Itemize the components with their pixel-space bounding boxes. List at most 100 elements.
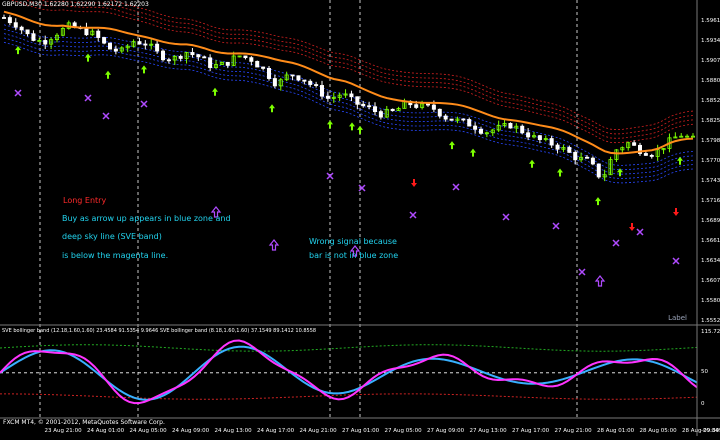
- time-tick-label: 28 Aug 01:00: [597, 428, 635, 434]
- candle-body: [537, 135, 542, 141]
- candle-body: [372, 106, 377, 112]
- candle-body: [7, 17, 12, 24]
- time-tick-label: 24 Aug 09:00: [172, 428, 210, 434]
- candle-body: [208, 57, 213, 68]
- candle-body: [367, 105, 372, 108]
- long-entry-line-2: deep sky line (SVE band): [62, 232, 162, 241]
- candle-body: [261, 66, 266, 69]
- candle-body: [355, 96, 360, 105]
- candle-body: [349, 93, 354, 98]
- candle-body: [296, 75, 301, 81]
- candle-body: [443, 115, 448, 120]
- price-tick-label: 1.58525: [701, 98, 720, 104]
- candle-body: [102, 37, 107, 44]
- candle-body: [225, 61, 230, 66]
- price-tick-label: 1.56890: [701, 218, 720, 224]
- candle-body: [249, 57, 254, 62]
- candle-body: [43, 40, 48, 45]
- band-label: Label: [668, 314, 687, 322]
- price-tick-label: 1.57980: [701, 138, 720, 144]
- candle-body: [19, 26, 24, 31]
- candle-body: [549, 138, 554, 146]
- price-tick-label: 1.58800: [701, 78, 720, 84]
- candle-body: [596, 163, 601, 178]
- price-tick-label: 1.59615: [701, 18, 720, 24]
- time-tick-label: 27 Aug 21:00: [555, 428, 593, 434]
- candle-body: [2, 17, 7, 19]
- long-entry-line-3: is below the magenta line.: [62, 251, 169, 260]
- candle-body: [108, 42, 113, 50]
- time-tick-label: 24 Aug 21:00: [300, 428, 338, 434]
- candle-body: [160, 50, 165, 61]
- candle-body: [526, 132, 531, 138]
- candle-body: [555, 144, 560, 150]
- candle-body: [425, 103, 430, 106]
- candle-body: [290, 74, 295, 77]
- candle-body: [473, 125, 478, 130]
- candle-body: [437, 108, 442, 117]
- symbol-header: GBPUSD,M30 1.62280 1.62290 1.62172 1.622…: [2, 1, 149, 8]
- candle-body: [314, 84, 319, 86]
- candle-body: [255, 60, 260, 68]
- candle-body: [478, 128, 483, 134]
- time-tick-label: 23 Aug 21:00: [45, 428, 83, 434]
- price-tick-label: 1.59070: [701, 58, 720, 64]
- candle-body: [461, 118, 466, 121]
- candle-body: [302, 79, 307, 82]
- indicator-tick-label: 115.723: [701, 329, 720, 335]
- candle-body: [266, 68, 271, 79]
- price-tick-label: 1.56070: [701, 278, 720, 284]
- candle-body: [272, 78, 277, 87]
- long-entry-line-1: Buy as arrow up appears in blue zone and: [62, 214, 231, 223]
- price-tick-label: 1.55800: [701, 298, 720, 304]
- time-tick-label: 24 Aug 05:00: [130, 428, 168, 434]
- long-entry-title: Long Entry: [63, 196, 107, 205]
- candle-body: [590, 157, 595, 165]
- candle-body: [467, 119, 472, 127]
- candle-body: [178, 55, 183, 59]
- candle-body: [155, 43, 160, 52]
- price-tick-label: 1.58250: [701, 118, 720, 124]
- candle-body: [243, 55, 248, 59]
- candle-body: [632, 142, 637, 146]
- time-tick-label: 28 Aug 05:00: [640, 428, 678, 434]
- candle-body: [113, 48, 118, 52]
- time-tick-label: 28 Aug 09:00: [682, 428, 720, 434]
- candle-body: [196, 54, 201, 58]
- time-tick-label: 24 Aug 01:00: [87, 428, 125, 434]
- candle-body: [520, 125, 525, 134]
- candle-body: [508, 122, 513, 129]
- price-tick-label: 1.57705: [701, 158, 720, 164]
- time-tick-label: 24 Aug 17:00: [257, 428, 295, 434]
- candle-body: [325, 95, 330, 99]
- time-tick-label: 24 Aug 13:00: [215, 428, 253, 434]
- indicator-tick-label: 50: [701, 369, 708, 375]
- candle-body: [361, 103, 366, 107]
- price-tick-label: 1.57430: [701, 178, 720, 184]
- price-tick-label: 1.59340: [701, 38, 720, 44]
- wrong-signal-line-2: bar is not in blue zone: [309, 251, 399, 260]
- price-tick-label: 1.55525: [701, 318, 720, 324]
- candle-body: [414, 104, 419, 108]
- candle-body: [31, 33, 36, 41]
- indicator-tick-label: 0: [701, 401, 705, 407]
- candle-body: [308, 80, 313, 85]
- time-tick-label: 27 Aug 09:00: [427, 428, 465, 434]
- copyright-text: FXCM MT4, © 2001-2012, MetaQuotes Softwa…: [3, 419, 165, 426]
- candle-body: [431, 104, 436, 110]
- price-tick-label: 1.56615: [701, 238, 720, 244]
- price-tick-label: 1.57160: [701, 198, 720, 204]
- candle-body: [390, 108, 395, 112]
- candle-body: [190, 52, 195, 56]
- indicator-header: SVE bollinger band (12.18,1.60,1.60) 23.…: [2, 328, 317, 334]
- candle-body: [96, 30, 101, 38]
- candle-body: [585, 156, 590, 159]
- candle-body: [143, 43, 148, 46]
- candle-body: [567, 147, 572, 153]
- price-tick-label: 1.56340: [701, 258, 720, 264]
- time-tick-label: 27 Aug 17:00: [512, 428, 550, 434]
- candle-body: [13, 22, 18, 28]
- time-tick-label: 27 Aug 01:00: [342, 428, 380, 434]
- time-tick-label: 27 Aug 05:00: [385, 428, 423, 434]
- chart-window: 1.59615 1.59340 1.59070 1.58800 1.58525 1.582…: [0, 0, 720, 436]
